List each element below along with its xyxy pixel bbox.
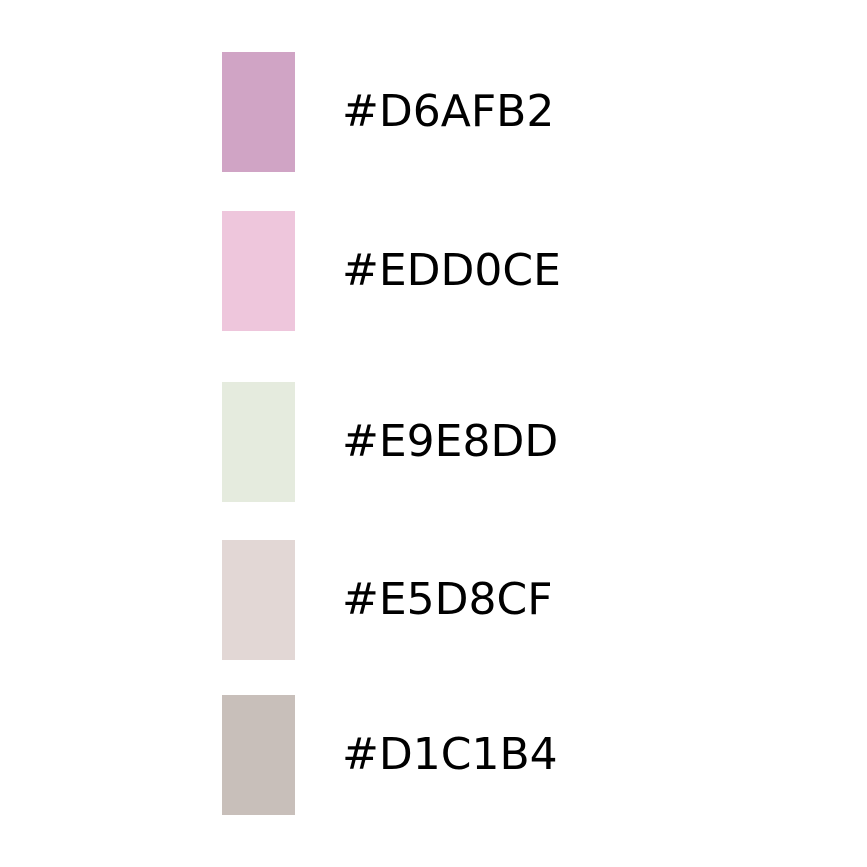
color-palette: #D6AFB2 #EDD0CE #E9E8DD #E5D8CF #D1C1B4 — [0, 0, 867, 867]
color-swatch — [222, 52, 295, 172]
color-hex-label: #E9E8DD — [342, 416, 559, 467]
color-hex-label: #D1C1B4 — [342, 729, 558, 780]
color-hex-label: #E5D8CF — [342, 574, 553, 625]
palette-entry: #EDD0CE — [222, 211, 742, 331]
color-hex-label: #D6AFB2 — [342, 86, 555, 137]
palette-entry: #E5D8CF — [222, 540, 742, 660]
color-swatch — [222, 382, 295, 502]
color-swatch — [222, 211, 295, 331]
palette-entry: #E9E8DD — [222, 382, 742, 502]
palette-entry: #D1C1B4 — [222, 695, 742, 815]
palette-entry: #D6AFB2 — [222, 52, 742, 172]
color-swatch — [222, 540, 295, 660]
color-swatch — [222, 695, 295, 815]
color-hex-label: #EDD0CE — [342, 245, 561, 296]
